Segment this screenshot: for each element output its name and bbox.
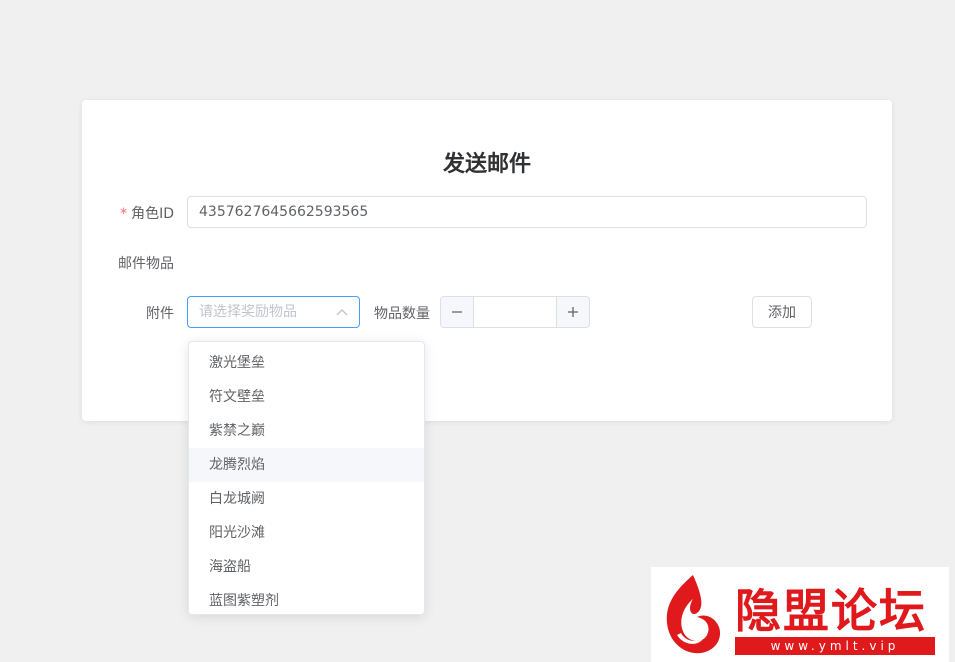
dropdown-option-hovered[interactable]: 龙腾烈焰 (189, 448, 424, 482)
dropdown-option[interactable]: 白龙城阙 (189, 482, 424, 516)
required-mark: * (120, 206, 128, 222)
chevron-up-icon (335, 297, 349, 327)
increment-button[interactable] (556, 297, 589, 327)
role-id-input[interactable]: 4357627645662593565 (187, 196, 867, 228)
decrement-button[interactable] (441, 297, 474, 327)
dropdown-option[interactable]: 蓝图紫塑剂 (189, 584, 424, 618)
mail-items-label: 邮件物品 (118, 256, 174, 272)
dropdown-option[interactable]: 海盗船 (189, 550, 424, 584)
dropdown-option[interactable]: 紫禁之巅 (189, 414, 424, 448)
quantity-input[interactable] (474, 297, 556, 327)
flame-logo-icon (666, 575, 721, 654)
role-id-label-text: 角色ID (131, 206, 174, 222)
watermark: 隐盟论坛 www.ymlt.vip (651, 567, 949, 662)
attachment-label: 附件 (146, 306, 174, 322)
attachment-dropdown: 激光堡垒 符文壁垒 紫禁之巅 龙腾烈焰 白龙城阙 阳光沙滩 海盗船 蓝图紫塑剂 (188, 341, 425, 615)
dropdown-option[interactable]: 符文壁垒 (189, 380, 424, 414)
page-title: 发送邮件 (442, 152, 531, 177)
quantity-stepper[interactable] (440, 296, 590, 328)
quantity-label: 物品数量 (374, 306, 430, 322)
watermark-title: 隐盟论坛 (735, 584, 927, 638)
plus-icon (568, 307, 578, 317)
attachment-select[interactable]: 请选择奖励物品 (187, 296, 360, 328)
dropdown-option[interactable]: 激光堡垒 (189, 346, 424, 380)
attachment-placeholder: 请选择奖励物品 (199, 304, 297, 320)
watermark-url: www.ymlt.vip (735, 637, 935, 655)
minus-icon (452, 311, 462, 313)
add-button[interactable]: 添加 (752, 296, 812, 328)
role-id-value: 4357627645662593565 (199, 204, 369, 220)
role-id-label: * 角色ID (100, 203, 174, 223)
dropdown-option[interactable]: 阳光沙滩 (189, 516, 424, 550)
